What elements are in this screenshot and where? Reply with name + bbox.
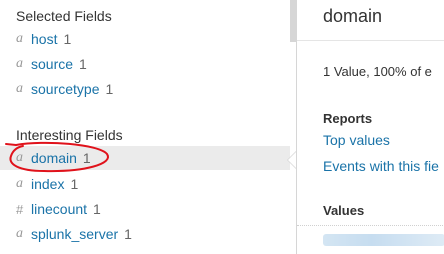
string-type-icon: a (16, 56, 23, 71)
field-row-source[interactable]: a source 1 (0, 52, 290, 76)
field-detail-panel: domain 1 Value, 100% of e Reports Top va… (296, 0, 444, 254)
blurred-value[interactable] (323, 234, 444, 246)
fields-sidebar: Selected Fields a host 1 a source 1 a sour… (0, 0, 296, 254)
string-type-icon: a (16, 81, 23, 96)
field-name: host (31, 31, 58, 47)
string-type-icon: a (16, 226, 23, 241)
field-count: 1 (105, 81, 114, 97)
field-row-splunk-server[interactable]: a splunk_server 1 (0, 222, 290, 246)
string-type-icon: a (16, 31, 23, 46)
field-count: 1 (124, 226, 132, 242)
values-heading: Values (323, 203, 365, 218)
top-values-link[interactable]: Top values (323, 132, 390, 148)
field-count: 1 (63, 31, 72, 47)
field-name: linecount (31, 201, 88, 217)
title-divider (297, 40, 444, 41)
popover-caret (288, 152, 296, 168)
field-detail-title: domain (323, 6, 383, 26)
red-circle-annotation (5, 141, 110, 173)
field-count: 1 (79, 56, 87, 72)
field-count: 1 (93, 201, 101, 217)
field-name: index (31, 176, 65, 192)
selected-fields-heading: Selected Fields (16, 8, 112, 24)
reports-heading: Reports (323, 111, 373, 126)
field-row-linecount[interactable]: # linecount 1 (0, 197, 290, 221)
field-row-sourcetype[interactable]: a sourcetype 1 (0, 77, 290, 101)
string-type-icon: a (16, 176, 23, 191)
values-divider (297, 225, 444, 226)
field-name: source (31, 56, 74, 72)
events-with-field-link[interactable]: Events with this fie (323, 158, 439, 174)
field-row-host[interactable]: a host 1 (0, 27, 290, 51)
field-summary: 1 Value, 100% of e (323, 64, 432, 79)
numeric-type-icon: # (16, 201, 24, 217)
field-count: 1 (70, 176, 79, 192)
field-name: sourcetype (31, 81, 100, 97)
field-name: splunk_server (31, 226, 119, 242)
